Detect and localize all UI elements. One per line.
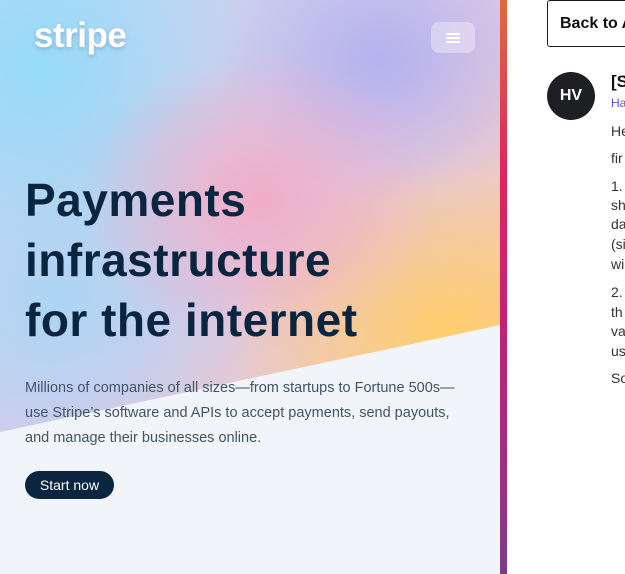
message-body-line: 2. bbox=[611, 284, 623, 300]
avatar: HV bbox=[547, 72, 595, 120]
start-now-button[interactable]: Start now bbox=[25, 471, 114, 499]
hero-subtext: Millions of companies of all sizes—from … bbox=[25, 376, 475, 451]
subtext-line: use Stripe’s software and APIs to accept… bbox=[25, 405, 450, 421]
subtext-line: and manage their businesses online. bbox=[25, 430, 262, 446]
hero-headline: Payments infrastructure for the internet bbox=[25, 170, 495, 350]
message-body-line: us bbox=[611, 343, 625, 359]
headline-line: infrastructure bbox=[25, 234, 332, 286]
message-body-line: da bbox=[611, 216, 625, 232]
message-sender-link[interactable]: Ha bbox=[611, 96, 625, 110]
stripe-hero-panel: stripe Payments infrastructure for the i… bbox=[0, 0, 500, 574]
headline-line: Payments bbox=[25, 174, 247, 226]
message-body-line: He bbox=[611, 123, 625, 139]
back-button[interactable]: Back to A bbox=[547, 0, 625, 47]
panel-divider bbox=[500, 0, 507, 574]
message-title: [S bbox=[611, 72, 625, 91]
message-body-line: wi bbox=[611, 256, 625, 272]
message-body-line: fir bbox=[611, 150, 623, 166]
subtext-line: Millions of companies of all sizes—from … bbox=[25, 380, 455, 396]
message-body-line: So bbox=[611, 370, 625, 386]
message-body-line: sh bbox=[611, 197, 625, 213]
hamburger-menu-icon bbox=[446, 32, 460, 44]
screen: stripe Payments infrastructure for the i… bbox=[0, 0, 625, 574]
message-body-line: va bbox=[611, 323, 625, 339]
message-body-line: th bbox=[611, 304, 623, 320]
message-body-line: 1. bbox=[611, 178, 623, 194]
message-detail-panel: Back to A HV [S Ha He fir 1. sh da (si w… bbox=[507, 0, 625, 574]
message-body-line: (si bbox=[611, 236, 625, 252]
menu-button[interactable] bbox=[431, 22, 475, 53]
stripe-logo[interactable]: stripe bbox=[34, 16, 127, 56]
headline-line: for the internet bbox=[25, 294, 358, 346]
